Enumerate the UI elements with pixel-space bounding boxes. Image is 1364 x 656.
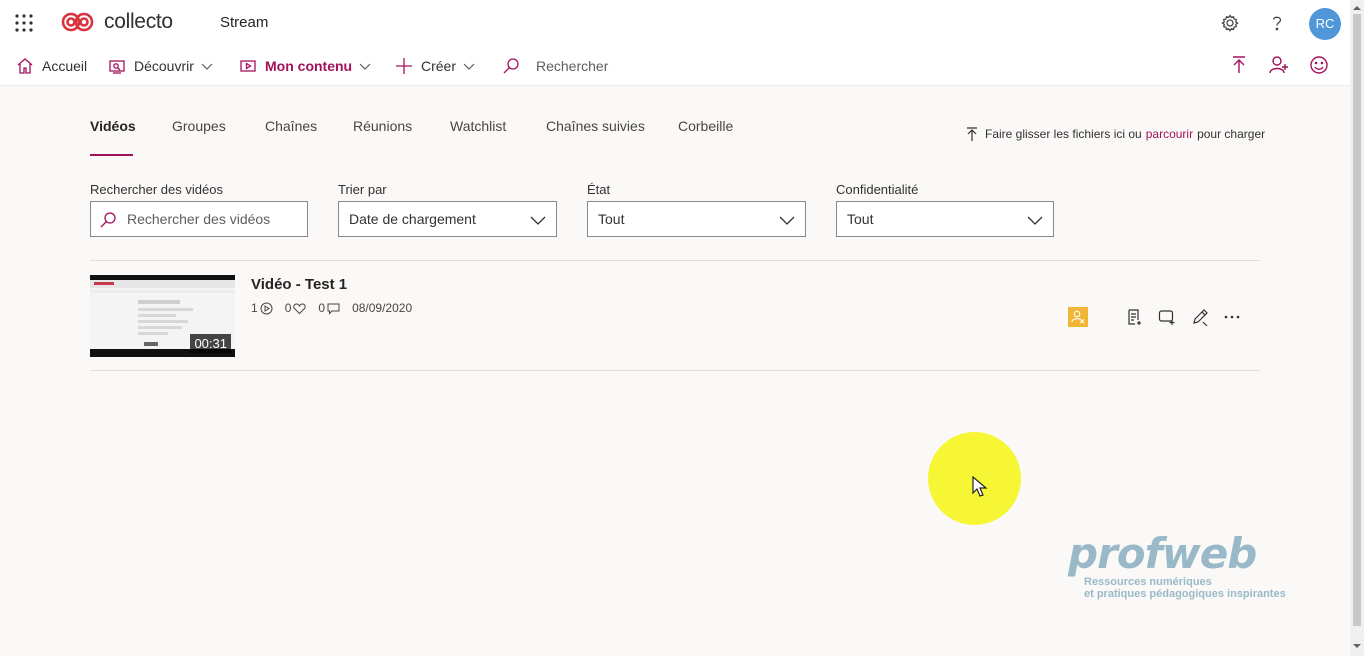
video-duration: 00:31 (190, 334, 231, 353)
state-value: Tout (598, 211, 625, 227)
tab-channels[interactable]: Chaînes (265, 118, 317, 134)
view-count: 1 (251, 301, 273, 315)
state-label: État (587, 182, 611, 197)
add-to-group-icon[interactable] (1158, 308, 1176, 326)
nav-discover-label: Découvrir (134, 57, 194, 74)
video-list-item[interactable]: 00:31 Vidéo - Test 1 1 0 0 08/09/2020 (90, 262, 1260, 370)
comment-icon (327, 302, 340, 315)
chevron-down-icon (359, 60, 371, 72)
feedback-icon[interactable] (1309, 55, 1329, 75)
upload-arrow-icon (966, 127, 978, 141)
upload-icon[interactable] (1229, 55, 1249, 75)
upload-drop-hint[interactable]: Faire glisser les fichiers ici ou parcou… (966, 127, 1265, 141)
nav-create[interactable]: Créer (395, 45, 475, 86)
tab-groups[interactable]: Groupes (172, 118, 226, 134)
tab-followed-channels[interactable]: Chaînes suivies (546, 118, 645, 134)
chevron-down-icon (1027, 213, 1043, 227)
nav-my-content[interactable]: Mon contenu (239, 45, 371, 86)
tab-meetings[interactable]: Réunions (353, 118, 412, 134)
plus-icon (395, 57, 413, 75)
privacy-value: Tout (847, 211, 874, 227)
watermark-logo: profweb (1068, 529, 1257, 578)
upload-hint-suffix: pour charger (1197, 127, 1266, 141)
search-videos-input[interactable]: Rechercher des vidéos (90, 201, 308, 237)
help-icon[interactable] (1266, 12, 1288, 34)
tab-videos[interactable]: Vidéos (90, 118, 136, 134)
privacy-label: Confidentialité (836, 182, 919, 197)
view-count-value: 1 (251, 301, 258, 315)
like-count-value: 0 (284, 301, 292, 315)
privacy-dropdown[interactable]: Tout (836, 201, 1054, 237)
top-bar: collecto Stream RC (0, 0, 1350, 45)
chevron-down-icon (779, 213, 795, 227)
app-title[interactable]: Stream (220, 14, 268, 31)
nav-search[interactable]: Rechercher (502, 45, 608, 86)
play-circle-icon (260, 302, 273, 315)
invite-icon[interactable] (1269, 55, 1289, 75)
my-content-icon (239, 57, 257, 75)
home-icon (16, 57, 34, 75)
like-count: 0 (285, 301, 307, 315)
add-to-list-icon[interactable] (1126, 308, 1144, 326)
watermark-line-2: et pratiques pédagogiques inspirantes (1084, 588, 1286, 600)
nav-create-label: Créer (421, 57, 457, 74)
comment-count-value: 0 (318, 301, 326, 315)
list-top-divider (90, 260, 1260, 261)
browse-link[interactable]: parcourir (1146, 127, 1193, 141)
vertical-scrollbar[interactable] (1350, 0, 1364, 656)
mouse-cursor-icon (972, 476, 988, 498)
brand-name[interactable]: collecto (104, 10, 173, 34)
scroll-down-arrow-icon[interactable] (1353, 642, 1361, 650)
user-avatar[interactable]: RC (1309, 8, 1341, 40)
tab-watchlist[interactable]: Watchlist (450, 118, 506, 134)
chevron-down-icon (530, 213, 546, 227)
tab-trash[interactable]: Corbeille (678, 118, 733, 134)
discover-icon (108, 57, 126, 75)
profweb-watermark: profweb Ressources numériques et pratiqu… (1068, 529, 1286, 601)
search-icon (502, 57, 520, 75)
video-title[interactable]: Vidéo - Test 1 (251, 276, 347, 293)
more-options-icon[interactable] (1223, 308, 1241, 326)
chevron-down-icon (201, 60, 213, 72)
nav-home[interactable]: Accueil (16, 45, 87, 86)
app-launcher-icon[interactable] (14, 13, 34, 33)
upload-hint-text: Faire glisser les fichiers ici ou (985, 127, 1142, 141)
settings-icon[interactable] (1219, 12, 1241, 34)
edit-icon[interactable] (1191, 308, 1209, 326)
nav-search-placeholder: Rechercher (536, 57, 609, 74)
nav-my-content-label: Mon contenu (265, 57, 353, 74)
video-stats: 1 0 0 08/09/2020 (251, 301, 412, 315)
search-icon (99, 211, 117, 229)
video-thumbnail[interactable]: 00:31 (90, 275, 235, 357)
collecto-logo-icon[interactable] (60, 10, 96, 34)
search-videos-label: Rechercher des vidéos (90, 182, 223, 197)
nav-home-label: Accueil (42, 57, 88, 74)
sort-value: Date de chargement (349, 211, 476, 227)
upload-date: 08/09/2020 (352, 301, 413, 315)
nav-bar: Accueil Découvrir Mon contenu Créer Rech… (0, 45, 1350, 86)
scrollbar-thumb[interactable] (1353, 14, 1361, 626)
tab-active-indicator (90, 154, 133, 156)
sort-label: Trier par (338, 182, 387, 197)
list-bottom-divider (90, 370, 1260, 371)
chevron-down-icon (463, 60, 475, 72)
sort-dropdown[interactable]: Date de chargement (338, 201, 557, 237)
heart-icon (293, 302, 307, 315)
restricted-access-icon[interactable] (1068, 307, 1088, 327)
state-dropdown[interactable]: Tout (587, 201, 806, 237)
scroll-up-arrow-icon[interactable] (1353, 4, 1361, 12)
search-videos-placeholder: Rechercher des vidéos (127, 211, 271, 227)
comment-count: 0 (318, 301, 340, 315)
nav-discover[interactable]: Découvrir (108, 45, 213, 86)
